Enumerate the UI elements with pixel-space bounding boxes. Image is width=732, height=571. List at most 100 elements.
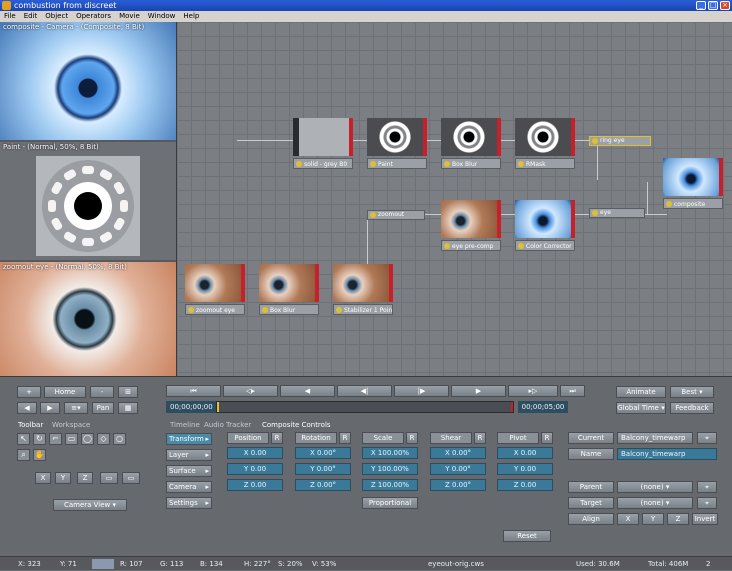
loop-forward-icon[interactable]: ▸▷ (508, 385, 558, 397)
parent-select[interactable]: (none) ▾ (617, 481, 693, 493)
rotate-tool-icon[interactable]: ↻ (33, 433, 46, 445)
scale-reset-button[interactable]: R (406, 432, 418, 444)
shear-y-field[interactable]: Y 0.00° (430, 463, 486, 475)
close-icon[interactable]: × (720, 1, 730, 10)
node-rmask[interactable]: RMask (515, 118, 575, 170)
node-stabilizer[interactable]: Stabilizer 1 Point (333, 264, 393, 316)
play-icon[interactable]: ▶ (451, 385, 506, 397)
camera-view-select[interactable]: Camera View ▾ (53, 499, 127, 511)
rotation-y-field[interactable]: Y 0.00° (295, 463, 351, 475)
invert-button[interactable]: Invert (692, 513, 718, 525)
view2-icon[interactable]: ▭ (122, 472, 140, 484)
menu-movie[interactable]: Movie (115, 11, 144, 22)
fit-icon[interactable]: ⊞ (118, 386, 138, 398)
shear-z-field[interactable]: Z 0.00° (430, 479, 486, 491)
target-select[interactable]: (none) ▾ (617, 497, 693, 509)
pill-ring-eye[interactable]: ring eye (589, 136, 651, 146)
align-x-button[interactable]: X (617, 513, 639, 525)
node-paint[interactable]: Paint (367, 118, 427, 170)
position-y-field[interactable]: Y 0.00 (227, 463, 283, 475)
menu-window[interactable]: Window (144, 11, 180, 22)
current-select[interactable]: Balcony_timewarp (617, 432, 693, 444)
tab-composite-controls[interactable]: Composite Controls (262, 420, 331, 431)
schematic-graph[interactable]: solid - grey B0 Paint Box Blur RMask com… (176, 22, 732, 376)
view-icon[interactable]: ▭ (100, 472, 118, 484)
layer-button[interactable]: Layer (166, 449, 212, 461)
circle-tool-icon[interactable]: ○ (113, 433, 126, 445)
hand-tool-icon[interactable]: ✋ (33, 449, 46, 461)
rotation-reset-button[interactable]: R (339, 432, 351, 444)
pill-eye[interactable]: eye (589, 208, 645, 218)
pill-zoomout[interactable]: zoomout (367, 210, 425, 220)
align-z-button[interactable]: Z (667, 513, 689, 525)
node-box-blur[interactable]: Box Blur (441, 118, 501, 170)
menu-help[interactable]: Help (179, 11, 203, 22)
axis-z-button[interactable]: Z (77, 472, 93, 484)
node-solid-grey[interactable]: solid - grey B0 (293, 118, 353, 170)
shear-x-field[interactable]: X 0.00° (430, 447, 486, 459)
step-back-icon[interactable]: ◀ (280, 385, 335, 397)
rect-tool-icon[interactable]: ▭ (65, 433, 78, 445)
position-x-field[interactable]: X 0.00 (227, 447, 283, 459)
quality-select[interactable]: Best ▾ (670, 386, 714, 398)
proportional-button[interactable]: Proportional (362, 497, 418, 509)
back-arrow-icon[interactable]: ◀ (17, 402, 37, 414)
axis-x-button[interactable]: X (35, 472, 51, 484)
maximize-icon[interactable]: □ (708, 1, 718, 10)
node-color-corrector[interactable]: Color Corrector (515, 200, 575, 252)
node-box-blur-2[interactable]: Box Blur (259, 264, 319, 316)
timecode-start[interactable]: 00;00;00;00 (166, 401, 216, 413)
timecode-end[interactable]: 00;00;05;00 (518, 401, 568, 413)
animate-button[interactable]: Animate (616, 386, 666, 398)
frame-back-icon[interactable]: ◀| (337, 385, 392, 397)
loop-back-icon[interactable]: ◁▸ (223, 385, 278, 397)
tab-tracker[interactable]: Tracker (226, 420, 251, 431)
settings-button[interactable]: Settings (166, 497, 212, 509)
menu-object[interactable]: Object (41, 11, 72, 22)
menu-edit[interactable]: Edit (20, 11, 42, 22)
shear-reset-button[interactable]: R (474, 432, 486, 444)
target-pick-icon[interactable]: ⌖ (697, 497, 717, 509)
grid-icon[interactable]: ▦ (118, 402, 138, 414)
arrow-tool-icon[interactable]: ↖ (17, 433, 30, 445)
pick-whip-icon[interactable]: ⌖ (697, 432, 717, 444)
tab-audio[interactable]: Audio (204, 420, 224, 431)
minimize-icon[interactable]: _ (696, 1, 706, 10)
composite-viewer[interactable]: composite - Camera - (Composite, 8 Bit) (0, 22, 176, 140)
go-end-icon[interactable]: ⏭ (560, 385, 585, 397)
position-z-field[interactable]: Z 0.00 (227, 479, 283, 491)
menu-file[interactable]: File (0, 11, 20, 22)
scale-y-field[interactable]: Y 100.00% (362, 463, 418, 475)
go-start-icon[interactable]: ⏮ (166, 385, 221, 397)
playhead[interactable] (217, 402, 219, 412)
node-eye-pre-comp[interactable]: eye pre-comp (441, 200, 501, 252)
tab-workspace[interactable]: Workspace (52, 420, 90, 431)
surface-button[interactable]: Surface (166, 465, 212, 477)
global-time-select[interactable]: Global Time ▾ (616, 402, 666, 414)
forward-arrow-icon[interactable]: ▶ (40, 402, 60, 414)
transform-button[interactable]: Transform (166, 433, 212, 445)
name-field[interactable]: Balcony_timewarp (617, 448, 717, 460)
pan-button[interactable]: Pan (92, 402, 114, 414)
zoom-tool-icon[interactable]: ⌕ (17, 449, 30, 461)
pivot-y-field[interactable]: Y 0.00 (497, 463, 553, 475)
scale-x-field[interactable]: X 100.00% (362, 447, 418, 459)
parent-pick-icon[interactable]: ⌖ (697, 481, 717, 493)
frame-forward-icon[interactable]: |▶ (394, 385, 449, 397)
pivot-reset-button[interactable]: R (541, 432, 553, 444)
scale-z-field[interactable]: Z 100.00% (362, 479, 418, 491)
zoom-in-button[interactable]: + (17, 386, 41, 398)
align-y-button[interactable]: Y (642, 513, 664, 525)
pivot-x-field[interactable]: X 0.00 (497, 447, 553, 459)
timeline-scrubber[interactable] (216, 401, 514, 413)
node-zoomout-eye[interactable]: zoomout eye (185, 264, 245, 316)
zoom-out-button[interactable]: - (90, 386, 114, 398)
camera-button[interactable]: Camera (166, 481, 212, 493)
zoomout-eye-viewer[interactable]: zoomout eye - (Normal, 50%, 8 Bit) (0, 262, 176, 376)
crop-tool-icon[interactable]: ⌐ (49, 433, 62, 445)
position-reset-button[interactable]: R (271, 432, 283, 444)
tab-timeline[interactable]: Timeline (170, 420, 200, 431)
reset-button[interactable]: Reset (503, 530, 551, 542)
paint-viewer[interactable]: Paint - (Normal, 50%, 8 Bit) (0, 142, 176, 260)
axis-y-button[interactable]: Y (55, 472, 71, 484)
